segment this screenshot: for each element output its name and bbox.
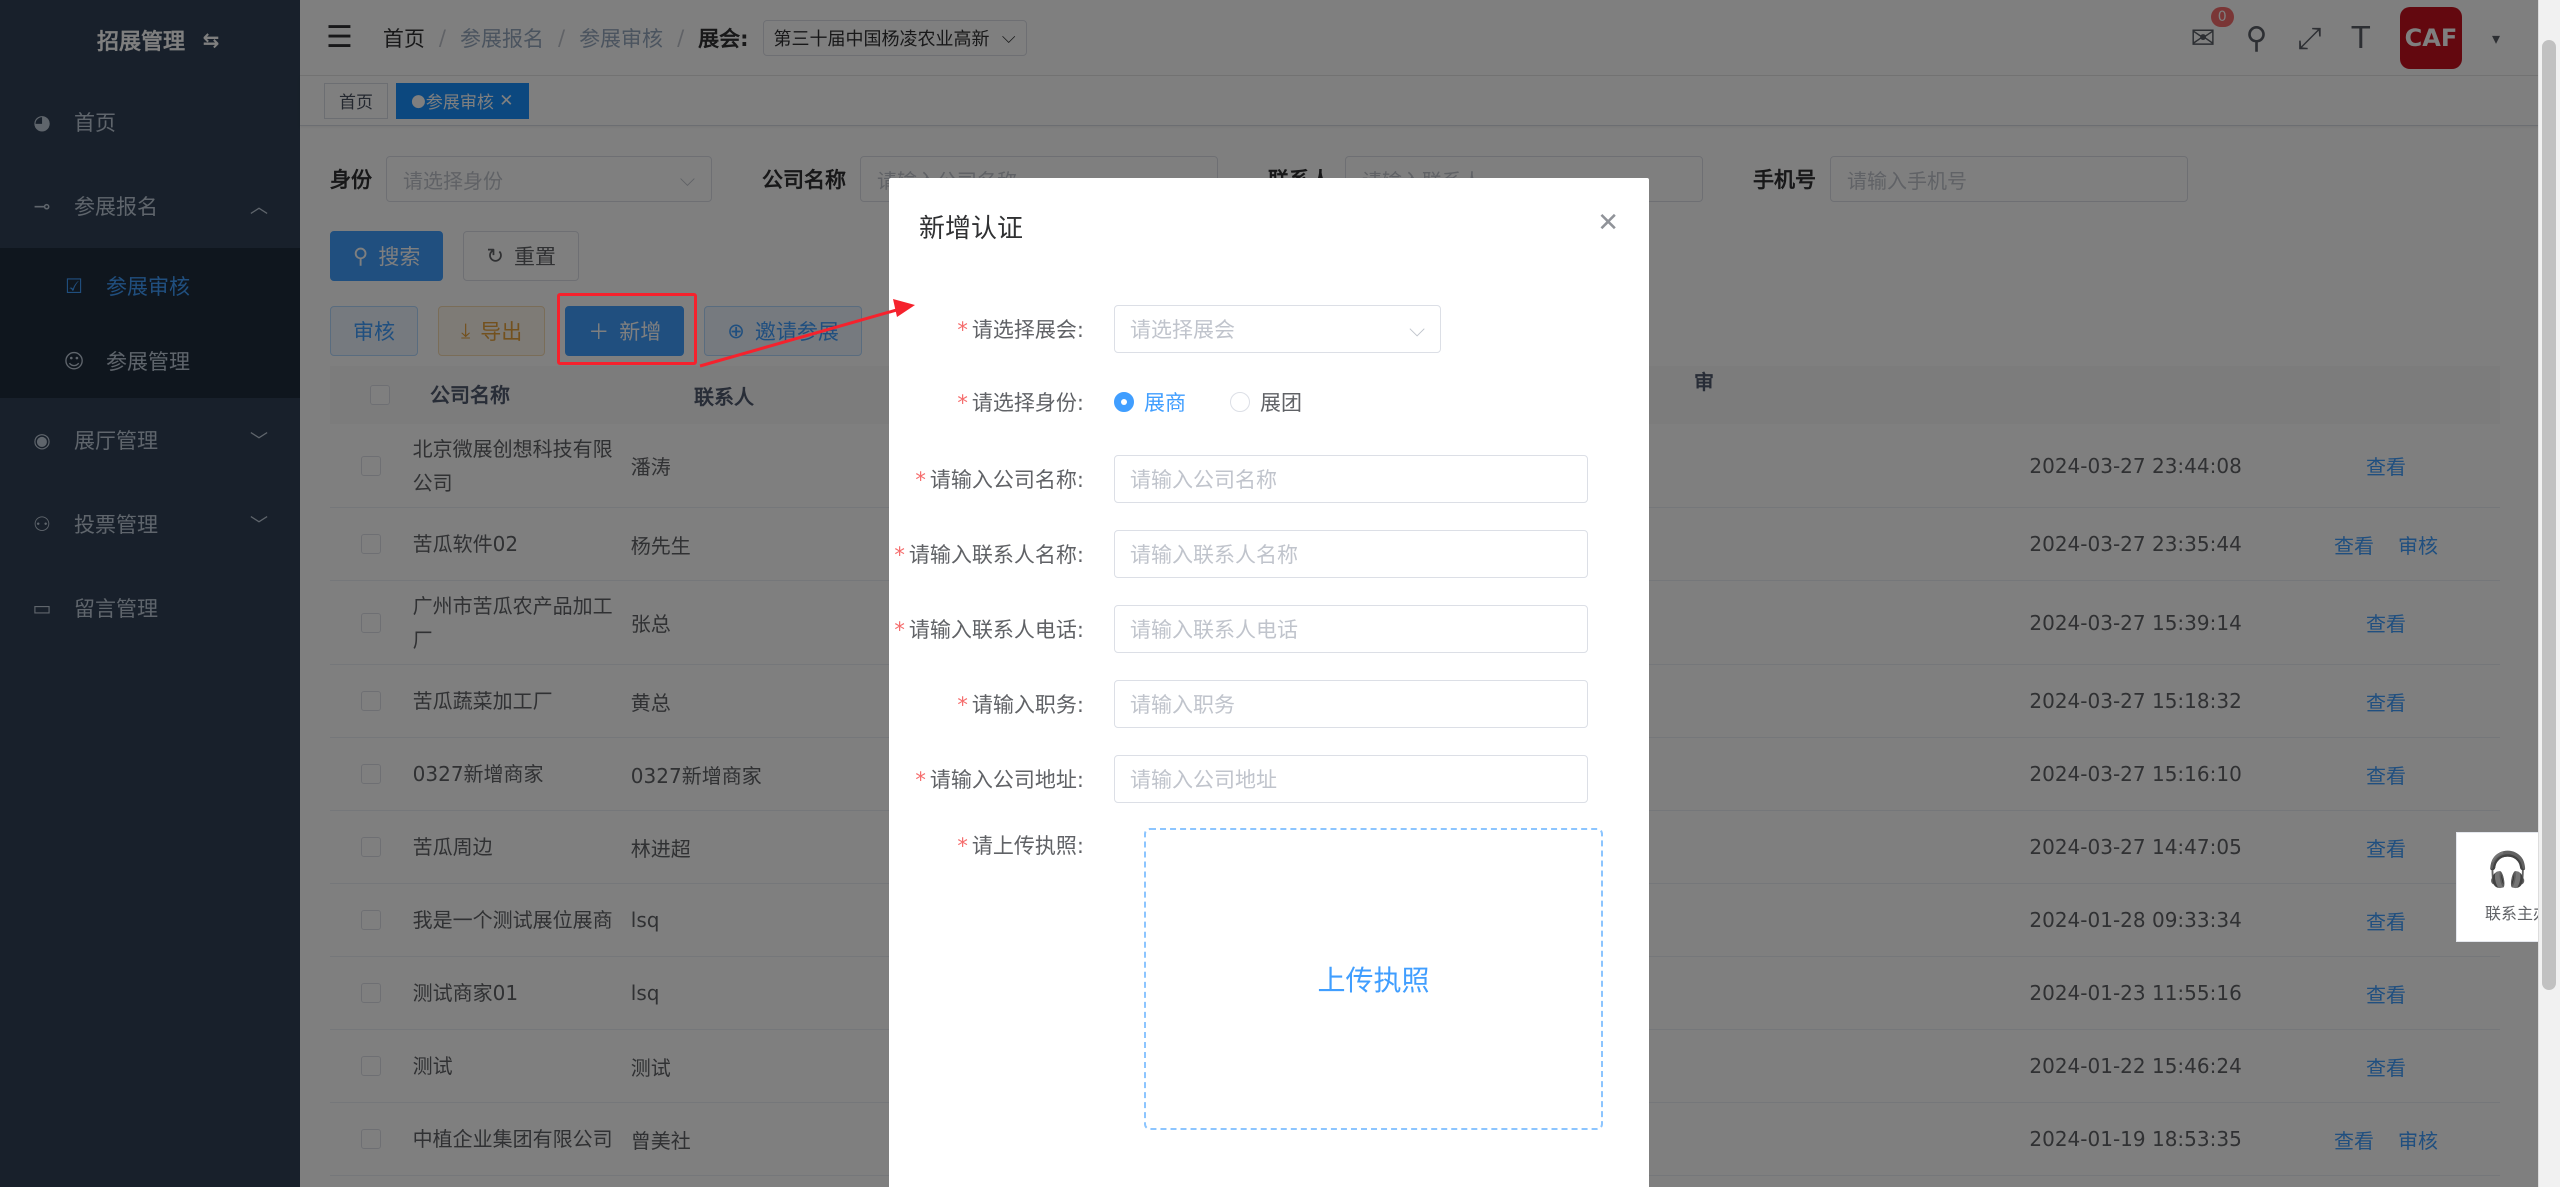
form-label: * 请选择身份: [957,391,1084,415]
form-label-text: 请上传执照: [971,834,1084,858]
radio-exhibitor[interactable]: 展商 [1114,387,1186,417]
app-root: 招展管理 ⇆ ◕ 首页 ⊸ 参展报名 ︿ ☑ 参展审核 ☺ 参展管理 ◉ 展厅管… [0,0,2560,1187]
form-label-text: 请输入联系人电话: [908,618,1084,642]
form-row-company: * 请输入公司名称: 请输入公司名称 [889,455,1588,503]
radio-group[interactable]: 展团 [1230,387,1302,417]
field-placeholder: 请输入职务 [1130,693,1235,717]
form-label: * 请输入联系人电话: [894,618,1084,642]
form-label: * 请输入联系人名称: [894,543,1084,567]
chevron-down-icon: ⌵ [1409,316,1425,341]
form-row-expo: * 请选择展会: 请选择展会 ⌵ [889,305,1441,353]
form-label-text: 请选择展会: [971,318,1084,342]
form-row-address: * 请输入公司地址: 请输入公司地址 [889,755,1588,803]
form-label: * 请输入公司名称: [915,468,1084,492]
add-certification-dialog: 新增认证 ✕ * 请选择展会: 请选择展会 ⌵ * 请选择身份: 展商 展团 * 请输入… [889,178,1649,1187]
form-label: * 请输入公司地址: [915,768,1084,792]
form-label-text: 请输入联系人名称: [908,543,1084,567]
dialog-title: 新增认证 [919,214,1024,244]
headset-icon: 🎧 [2486,850,2530,890]
page-scrollbar[interactable] [2538,0,2560,1187]
field-placeholder: 请输入联系人名称 [1130,543,1298,567]
form-row-phone: * 请输入联系人电话: 请输入联系人电话 [889,605,1588,653]
form-label: * 请上传执照: [957,834,1084,858]
form-row-contact: * 请输入联系人名称: 请输入联系人名称 [889,530,1588,578]
expo-select-placeholder: 请选择展会 [1130,318,1235,342]
field-placeholder: 请输入公司名称 [1130,468,1277,492]
form-label-text: 请输入职务: [971,693,1084,717]
form-label-text: 请选择身份: [971,391,1084,415]
expo-select-field[interactable]: 请选择展会 ⌵ [1114,305,1441,353]
form-row-identity: * 请选择身份: 展商 展团 [889,378,1346,426]
address-field[interactable]: 请输入公司地址 [1114,755,1588,803]
field-placeholder: 请输入公司地址 [1130,768,1277,792]
form-label: * 请输入职务: [957,693,1084,717]
contact-phone-field[interactable]: 请输入联系人电话 [1114,605,1588,653]
scroll-thumb[interactable] [2542,40,2556,990]
company-name-field[interactable]: 请输入公司名称 [1114,455,1588,503]
contact-name-field[interactable]: 请输入联系人名称 [1114,530,1588,578]
upload-text: 上传执照 [1317,964,1430,997]
radio-label: 展团 [1260,391,1302,415]
radio-dot [1230,392,1250,412]
field-placeholder: 请输入联系人电话 [1130,618,1298,642]
radio-label: 展商 [1144,391,1186,415]
form-row-license: * 请上传执照: [889,830,1114,860]
license-upload-area[interactable]: 上传执照 [1144,828,1603,1130]
form-row-position: * 请输入职务: 请输入职务 [889,680,1588,728]
form-label-text: 请输入公司名称: [929,468,1084,492]
form-label: * 请选择展会: [957,318,1084,342]
radio-dot [1114,392,1134,412]
annotation-highlight-box [557,293,697,365]
position-field[interactable]: 请输入职务 [1114,680,1588,728]
close-icon[interactable]: ✕ [1597,208,1619,238]
form-label-text: 请输入公司地址: [929,768,1084,792]
